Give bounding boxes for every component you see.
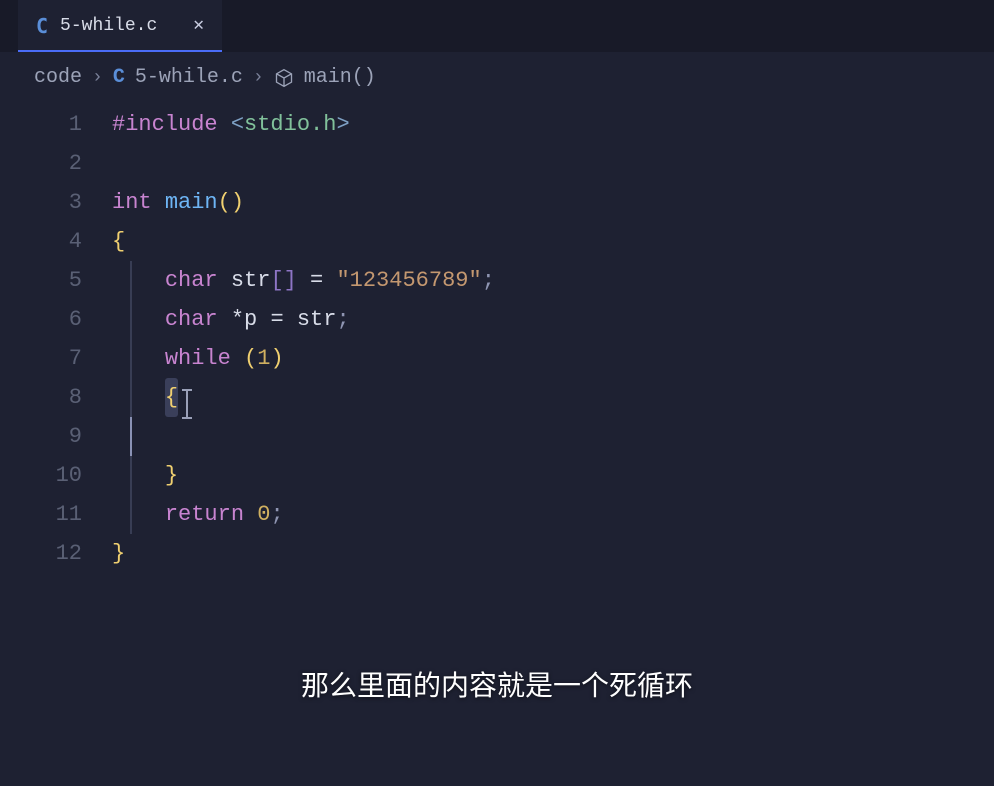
token-bracket: [] [270, 268, 296, 293]
editor-tab[interactable]: C 5-while.c ✕ [18, 0, 222, 52]
token-number: 0 [257, 502, 270, 527]
token-semicolon: ; [270, 502, 283, 527]
token-operator: = [270, 307, 283, 332]
line-number: 10 [0, 456, 82, 495]
code-line: } [112, 456, 994, 495]
code-editor[interactable]: 1 2 3 4 5 6 7 8 9 10 11 12 #include <std… [0, 103, 994, 573]
token-brace-highlight: { [165, 378, 178, 417]
line-number: 1 [0, 105, 82, 144]
code-area[interactable]: #include <stdio.h> int main() { char str… [112, 105, 994, 573]
token-angle: < [231, 112, 244, 137]
token-function: main [165, 190, 218, 215]
token-paren: () [218, 190, 244, 215]
breadcrumb-file[interactable]: 5-while.c [135, 66, 243, 89]
token-paren: ) [270, 346, 283, 371]
code-line: return 0; [112, 495, 994, 534]
code-line [112, 144, 994, 183]
line-number: 12 [0, 534, 82, 573]
token-paren: ( [244, 346, 257, 371]
tab-filename: 5-while.c [60, 16, 157, 36]
video-subtitle: 那么里面的内容就是一个死循环 [301, 664, 693, 704]
code-line [112, 417, 994, 456]
token-identifier: str [297, 307, 337, 332]
breadcrumb-folder[interactable]: code [34, 66, 82, 89]
chevron-right-icon: › [92, 68, 103, 88]
token-pointer: * [231, 307, 244, 332]
line-number: 7 [0, 339, 82, 378]
line-number: 2 [0, 144, 82, 183]
token-identifier: p [244, 307, 257, 332]
token-brace: { [112, 229, 125, 254]
token-brace: } [112, 541, 125, 566]
code-line: char str[] = "123456789"; [112, 261, 994, 300]
chevron-right-icon: › [253, 68, 264, 88]
token-brace: } [165, 463, 178, 488]
code-line: { [112, 222, 994, 261]
close-icon[interactable]: ✕ [193, 17, 204, 35]
c-file-icon: C [36, 14, 48, 38]
code-line: while (1) [112, 339, 994, 378]
line-number: 3 [0, 183, 82, 222]
line-number: 11 [0, 495, 82, 534]
line-number: 4 [0, 222, 82, 261]
code-line: { [112, 378, 994, 417]
token-angle: > [336, 112, 349, 137]
token-type: char [165, 307, 218, 332]
breadcrumb: code › C 5-while.c › main() [0, 52, 994, 103]
token-number: 1 [257, 346, 270, 371]
line-gutter: 1 2 3 4 5 6 7 8 9 10 11 12 [0, 105, 112, 573]
token-type: int [112, 190, 152, 215]
token-semicolon: ; [336, 307, 349, 332]
token-operator: = [310, 268, 323, 293]
code-line: } [112, 534, 994, 573]
tab-bar: C 5-while.c ✕ [0, 0, 994, 52]
line-number: 8 [0, 378, 82, 417]
token-identifier: str [231, 268, 271, 293]
token-keyword: while [165, 346, 231, 371]
code-line: int main() [112, 183, 994, 222]
c-file-icon: C [113, 66, 125, 89]
line-number: 6 [0, 300, 82, 339]
token-header: stdio.h [244, 112, 336, 137]
code-line: #include <stdio.h> [112, 105, 994, 144]
token-string: "123456789" [336, 268, 481, 293]
code-line: char *p = str; [112, 300, 994, 339]
symbol-function-icon [274, 68, 294, 88]
token-keyword: return [165, 502, 244, 527]
token-preprocessor: #include [112, 112, 218, 137]
token-semicolon: ; [482, 268, 495, 293]
breadcrumb-symbol[interactable]: main() [304, 66, 376, 89]
token-type: char [165, 268, 218, 293]
line-number: 5 [0, 261, 82, 300]
line-number: 9 [0, 417, 82, 456]
